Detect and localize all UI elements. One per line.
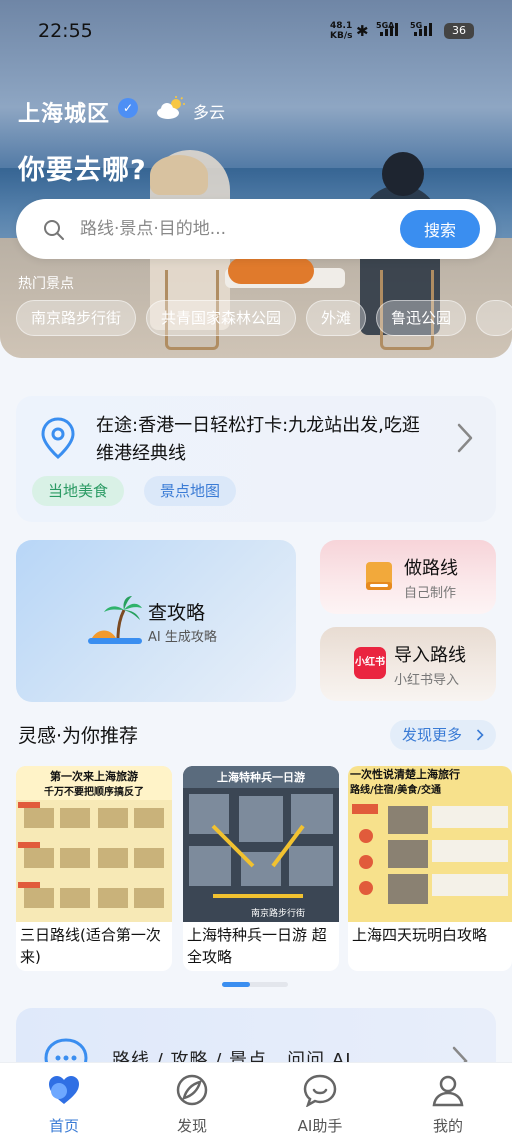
recommend-card[interactable]: 一次性说清楚上海旅行 路线/住宿/美食/交通 上海四天玩明白攻略: [348, 766, 512, 971]
recommend-cover: 一次性说清楚上海旅行 路线/住宿/美食/交通: [348, 766, 512, 922]
xiaohongshu-icon: 小红书: [354, 647, 386, 679]
status-bar: 22:55 48.1 KB/s ✱ 5GA 5G 36: [0, 0, 512, 64]
make-route-card[interactable]: 做路线 自己制作: [320, 540, 496, 614]
cover-heading: 第一次来上海旅游: [50, 769, 138, 783]
person-icon: [432, 1075, 464, 1107]
hot-spots-list: 南京路步行街 共青国家森林公园 外滩 鲁迅公园: [16, 300, 512, 336]
trip-description: 在途:香港一日轻松打卡:九龙站出发,吃逛维港经典线: [96, 415, 420, 464]
signal-icon: [380, 23, 398, 36]
recommend-title: 上海四天玩明白攻略: [352, 926, 488, 944]
guide-title: 查攻略: [148, 602, 206, 624]
chevron-right-icon: [476, 729, 484, 741]
cover-heading: 一次性说清楚上海旅行: [350, 767, 460, 781]
location-pin-icon: [41, 417, 75, 459]
tab-discover[interactable]: 发现: [147, 1071, 237, 1135]
hot-spot-chip[interactable]: 鲁迅公园: [376, 300, 467, 336]
carousel-indicator-active: [222, 982, 250, 987]
recommend-cover: 第一次来上海旅游 千万不要把顺序搞反了: [16, 766, 172, 922]
network-speed-value: 48.1: [330, 21, 353, 31]
city-name[interactable]: 上海城区: [18, 96, 110, 128]
recommend-card[interactable]: 上海特种兵一日游 南京路步行街 上海特种兵一日游 超全攻略: [183, 766, 339, 971]
tab-label: 首页: [48, 1117, 79, 1135]
search-input[interactable]: [80, 213, 400, 245]
guide-subtitle: AI 生成攻略: [148, 630, 217, 645]
tab-label: AI助手: [297, 1117, 343, 1135]
hero-flowers: [228, 258, 314, 284]
search-bar: 搜索: [16, 199, 496, 259]
headline: 你要去哪?: [18, 155, 147, 186]
chevron-right-icon[interactable]: [456, 422, 474, 454]
tab-label: 我的: [432, 1117, 463, 1135]
hero-banner: 22:55 48.1 KB/s ✱ 5GA 5G 36 上海城区 ✓ 多云 你要…: [0, 0, 512, 358]
recommend-title: 上海特种兵一日游 超全攻略: [187, 926, 327, 966]
compass-icon: [176, 1074, 208, 1106]
tab-profile[interactable]: 我的: [403, 1071, 493, 1135]
signal-icon-2: [414, 23, 432, 36]
network-speed: 48.1 KB/s: [330, 21, 352, 41]
import-route-title: 导入路线: [394, 645, 466, 666]
import-route-card[interactable]: 小红书 导入路线 小红书导入: [320, 627, 496, 701]
recommend-title: 三日路线(适合第一次来): [20, 926, 161, 966]
cover-subheading: 南京路步行街: [251, 907, 305, 919]
hero-hat: [150, 155, 208, 195]
make-route-title: 做路线: [404, 558, 458, 579]
make-route-subtitle: 自己制作: [404, 586, 457, 601]
hot-spot-chip[interactable]: 共青国家森林公园: [146, 300, 297, 336]
cover-subheading: 路线/住宿/美食/交通: [350, 783, 441, 796]
cover-heading: 上海特种兵一日游: [217, 770, 305, 784]
import-route-subtitle: 小红书导入: [394, 673, 460, 688]
current-trip-card[interactable]: 在途:香港一日轻松打卡:九龙站出发,吃逛维港经典线 当地美食 景点地图: [16, 396, 496, 522]
hot-spots-title: 热门景点: [18, 276, 74, 292]
bluetooth-icon: ✱: [356, 22, 369, 40]
tab-label: 发现: [176, 1117, 207, 1135]
weather-text: 多云: [193, 103, 226, 122]
discover-more-label: 发现更多: [402, 726, 463, 744]
hot-spot-chip[interactable]: 外滩: [306, 300, 367, 336]
verified-icon: ✓: [118, 98, 138, 118]
bottom-tab-bar: 首页 发现 AI助手 我的: [0, 1062, 512, 1138]
guide-card[interactable]: 查攻略 AI 生成攻略: [16, 540, 296, 702]
hot-spot-chip[interactable]: 南京路步行街: [16, 300, 137, 336]
status-time: 22:55: [38, 20, 93, 42]
ai-chat-icon: [303, 1074, 337, 1107]
partly-cloudy-icon: [157, 96, 185, 119]
tab-ai-assistant[interactable]: AI助手: [275, 1071, 365, 1135]
discover-more-button[interactable]: 发现更多: [390, 720, 496, 750]
home-heart-icon: [49, 1076, 79, 1104]
network-speed-unit: KB/s: [330, 31, 353, 41]
hot-spot-chip-partial[interactable]: [476, 300, 512, 336]
cover-subheading: 千万不要把顺序搞反了: [44, 785, 144, 798]
search-button[interactable]: 搜索: [400, 210, 480, 248]
palm-island-icon: [88, 596, 142, 644]
tag-local-food[interactable]: 当地美食: [32, 476, 125, 506]
tag-scenic-map[interactable]: 景点地图: [144, 476, 237, 506]
recommend-card[interactable]: 第一次来上海旅游 千万不要把顺序搞反了 三日路线(适合第一次来): [16, 766, 172, 971]
section-title: 灵感·为你推荐: [18, 725, 139, 747]
search-icon: [44, 220, 64, 240]
notebook-icon: [366, 562, 392, 590]
recommend-cover: 上海特种兵一日游 南京路步行街: [183, 766, 339, 922]
battery-icon: 36: [444, 23, 474, 39]
hero-head: [382, 152, 424, 196]
tab-home[interactable]: 首页: [19, 1071, 109, 1135]
